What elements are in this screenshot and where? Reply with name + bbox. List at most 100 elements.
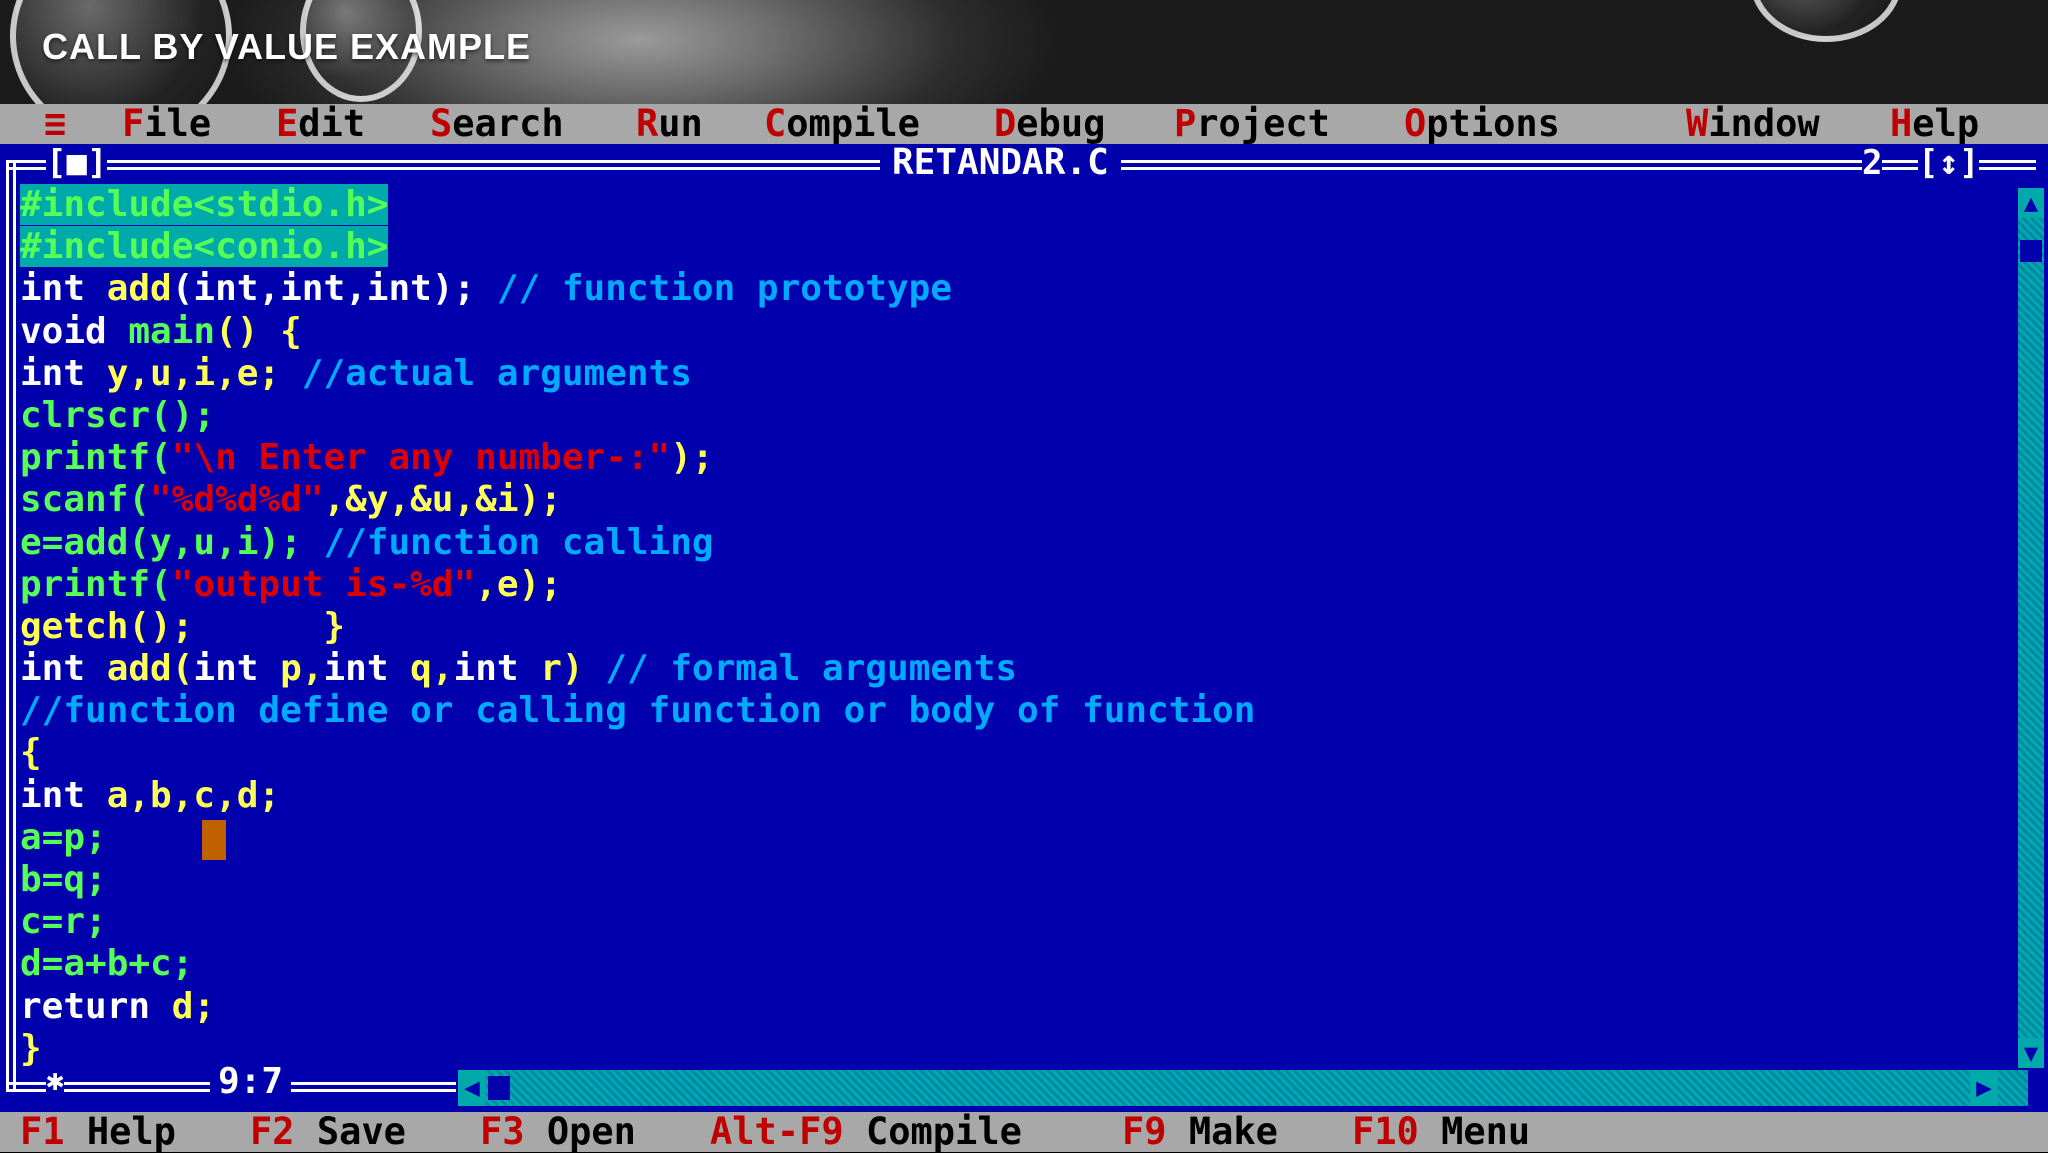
status-f3-open[interactable]: F3 Open <box>480 1112 636 1152</box>
scroll-right-arrow-icon[interactable]: ▶ <box>1970 1070 1998 1106</box>
vertical-scrollbar[interactable] <box>2018 188 2044 1068</box>
code-line[interactable]: { <box>20 732 1255 774</box>
code-line[interactable]: c=r; <box>20 901 1255 943</box>
turbo-c-ide-window: ≡ File Edit Search Run Compile Debug Pro… <box>0 104 2048 1152</box>
code-token: int <box>20 648 107 690</box>
scroll-up-arrow-icon[interactable]: ▲ <box>2018 188 2044 218</box>
code-token: (int,int,int); <box>171 268 497 310</box>
code-token: a,b,c,d; <box>106 774 281 816</box>
window-number: 2 <box>1862 143 1883 183</box>
code-token: return <box>20 985 172 1027</box>
code-comment: // formal arguments <box>605 648 1018 690</box>
code-line[interactable]: int add(int p,int q,int r) // formal arg… <box>20 648 1255 690</box>
code-token: ,&y,&u,&i); <box>323 479 562 521</box>
code-token: getch(); } <box>20 605 346 647</box>
code-token: () { <box>215 310 302 352</box>
code-token: int <box>20 268 107 310</box>
status-f9-make[interactable]: F9 Make <box>1122 1112 1278 1152</box>
code-line[interactable]: } <box>20 1028 1255 1070</box>
status-f1-help[interactable]: F1 Help <box>20 1112 176 1152</box>
code-token: r) <box>540 648 606 690</box>
menu-edit[interactable]: Edit <box>276 104 365 144</box>
code-line[interactable]: return d; <box>20 986 1255 1028</box>
menu-options[interactable]: Options <box>1404 104 1560 144</box>
code-line[interactable]: b=q; <box>20 859 1255 901</box>
scroll-left-arrow-icon[interactable]: ◀ <box>458 1070 486 1106</box>
code-token: int <box>20 352 107 394</box>
status-f2-save[interactable]: F2 Save <box>250 1112 406 1152</box>
code-line[interactable]: int y,u,i,e; //actual arguments <box>20 353 1255 395</box>
horizontal-scrollbar[interactable] <box>458 1070 2028 1106</box>
code-string: "\n Enter any number-:" <box>171 437 671 479</box>
code-line[interactable]: #include<stdio.h> <box>20 184 1255 226</box>
code-token: clrscr(); <box>20 394 216 436</box>
code-line[interactable]: getch(); } <box>20 606 1255 648</box>
code-comment: //actual arguments <box>301 352 692 394</box>
menu-bar: ≡ File Edit Search Run Compile Debug Pro… <box>0 104 2048 144</box>
system-menu-icon[interactable]: ≡ <box>44 104 66 144</box>
code-line[interactable]: printf("\n Enter any number-:"); <box>20 437 1255 479</box>
code-line[interactable]: d=a+b+c; <box>20 943 1255 985</box>
code-token: { <box>20 732 42 774</box>
code-comment: // function prototype <box>496 268 952 310</box>
code-token: q, <box>410 648 454 690</box>
code-line[interactable]: void main() { <box>20 311 1255 353</box>
code-token: p, <box>280 648 324 690</box>
code-token: d=a+b+c; <box>20 943 194 985</box>
code-token: a=p; <box>20 816 107 858</box>
menu-compile[interactable]: Compile <box>764 104 920 144</box>
code-token: scanf( <box>20 479 151 521</box>
code-token: int <box>20 774 107 816</box>
cursor-position-indicator: 9:7 <box>210 1062 292 1102</box>
slide-title: CALL BY VALUE EXAMPLE <box>42 26 532 67</box>
menu-help[interactable]: Help <box>1890 104 1979 144</box>
code-token: int <box>193 648 281 690</box>
horizontal-scroll-thumb[interactable] <box>488 1076 510 1100</box>
code-line[interactable]: printf("output is-%d",e); <box>20 564 1255 606</box>
code-token: printf( <box>20 563 172 605</box>
close-box-button[interactable]: [■] <box>46 144 108 182</box>
code-token: add <box>106 268 172 310</box>
status-altf9-compile[interactable]: Alt-F9 Compile <box>710 1112 1022 1152</box>
code-line[interactable]: int add(int,int,int); // function protot… <box>20 268 1255 310</box>
code-token: d; <box>171 985 216 1027</box>
code-token: ,e); <box>475 563 562 605</box>
status-f10-menu[interactable]: F10 Menu <box>1352 1112 1530 1152</box>
menu-run[interactable]: Run <box>636 104 703 144</box>
code-token: int <box>453 648 541 690</box>
code-line[interactable]: //function define or calling function or… <box>20 690 1255 732</box>
code-token: main <box>128 310 216 352</box>
code-token: int <box>323 648 411 690</box>
code-comment: //function calling <box>323 521 714 563</box>
menu-window[interactable]: Window <box>1686 104 1820 144</box>
menu-file[interactable]: File <box>122 104 211 144</box>
code-token: y,u,i,e; <box>106 352 302 394</box>
code-comment: //function define or calling function or… <box>20 690 1256 732</box>
frame-left-border <box>6 162 16 1092</box>
code-preprocessor: #include<conio.h> <box>20 226 389 268</box>
code-token: ); <box>670 437 714 479</box>
code-token: b=q; <box>20 859 107 900</box>
window-title: RETANDAR.C <box>880 144 1121 182</box>
menu-search[interactable]: Search <box>430 104 564 144</box>
scroll-down-arrow-icon[interactable]: ▼ <box>2018 1038 2044 1068</box>
menu-project[interactable]: Project <box>1174 104 1330 144</box>
code-token: void <box>20 310 129 352</box>
menu-debug[interactable]: Debug <box>994 104 1105 144</box>
code-line[interactable]: int a,b,c,d; <box>20 775 1255 817</box>
code-string: "output is-%d" <box>171 563 476 605</box>
code-token: add( <box>106 648 194 690</box>
code-line[interactable]: #include<conio.h> <box>20 226 1255 268</box>
vertical-scroll-thumb[interactable] <box>2020 240 2042 262</box>
code-line[interactable]: clrscr(); <box>20 395 1255 437</box>
zoom-box-button[interactable]: [↕] <box>1918 144 1980 182</box>
code-token: c=r; <box>20 901 107 943</box>
code-line[interactable]: e=add(y,u,i); //function calling <box>20 522 1255 564</box>
code-editor[interactable]: #include<stdio.h> #include<conio.h> int ad… <box>20 184 1255 1070</box>
status-bar: F1 Help F2 Save F3 Open Alt-F9 Compile F… <box>0 1112 2048 1152</box>
code-line[interactable]: scanf("%d%d%d",&y,&u,&i); <box>20 479 1255 521</box>
code-string: "%d%d%d" <box>150 479 324 521</box>
code-token: } <box>20 1027 42 1069</box>
text-cursor <box>202 820 226 860</box>
resize-star-icon[interactable]: ✱ <box>46 1062 65 1100</box>
